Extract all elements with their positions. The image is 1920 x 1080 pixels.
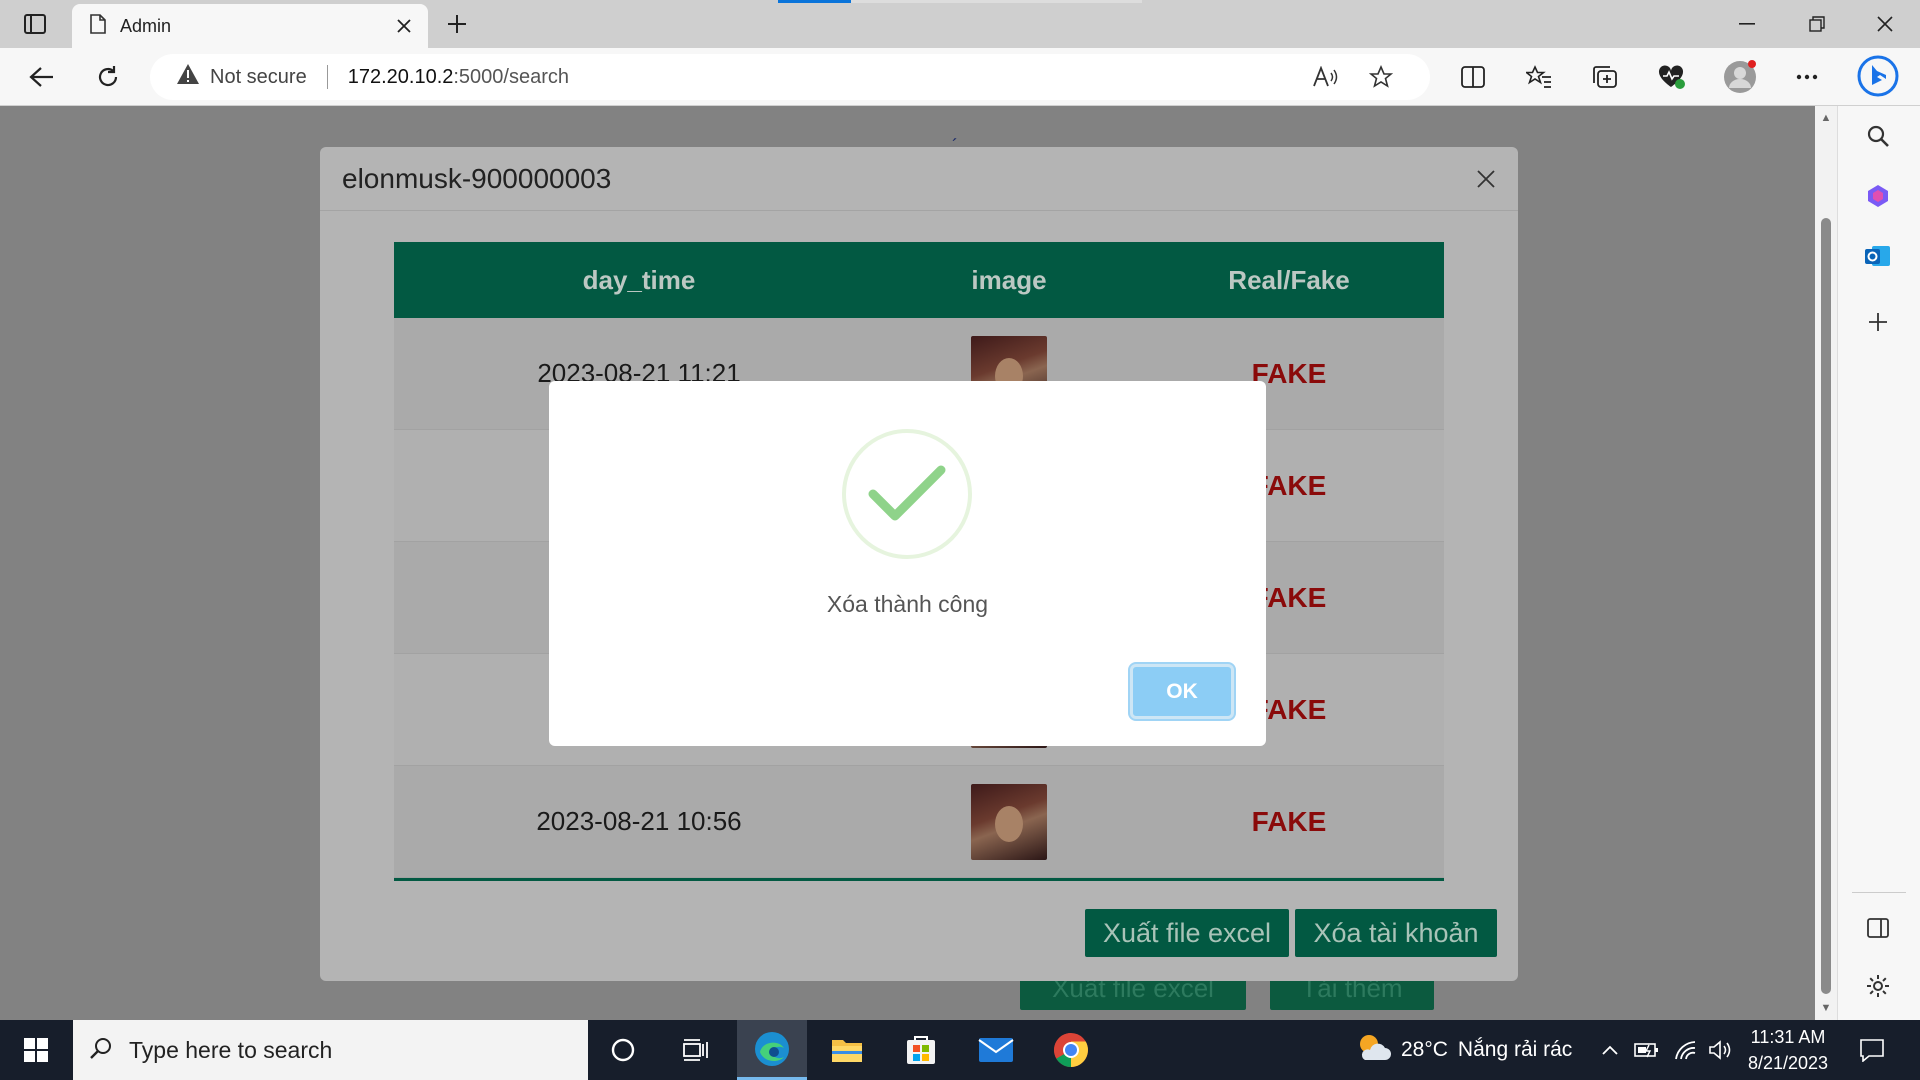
divider — [326, 65, 328, 89]
search-icon[interactable] — [1858, 116, 1898, 156]
taskbar-search-placeholder: Type here to search — [129, 1036, 333, 1063]
address-bar[interactable]: Not secure 172.20.10.2 :5000/search — [150, 54, 1430, 100]
add-icon[interactable] — [1858, 302, 1898, 342]
restore-icon[interactable] — [1782, 0, 1852, 48]
cortana-icon[interactable] — [588, 1020, 658, 1080]
refresh-icon[interactable] — [88, 60, 128, 94]
microsoft-store-icon[interactable] — [886, 1020, 956, 1080]
volume-icon[interactable] — [1704, 1020, 1738, 1080]
new-tab-icon[interactable] — [440, 10, 474, 38]
tab-actions-icon[interactable] — [18, 12, 52, 36]
file-explorer-icon[interactable] — [812, 1020, 882, 1080]
search-icon — [89, 1036, 113, 1065]
divider — [1852, 892, 1906, 893]
close-tab-icon[interactable] — [392, 14, 416, 38]
clock-time: 11:31 AM — [1750, 1027, 1826, 1047]
tab-title: Admin — [120, 15, 172, 36]
battery-icon[interactable] — [1630, 1020, 1664, 1080]
copilot-icon[interactable] — [1858, 176, 1898, 216]
security-label[interactable]: Not secure — [210, 66, 307, 89]
modal-header: elonmusk-900000003 — [320, 147, 1518, 211]
partly-sunny-icon — [1355, 1032, 1391, 1069]
edge-taskbar-icon[interactable] — [737, 1020, 807, 1080]
page-icon — [90, 13, 106, 39]
success-alert-dialog: Xóa thành công OK — [549, 381, 1266, 746]
edge-sidebar — [1837, 106, 1920, 1020]
settings-gear-icon[interactable] — [1858, 966, 1898, 1006]
taskbar-search-input[interactable]: Type here to search — [73, 1020, 588, 1080]
close-window-icon[interactable] — [1850, 0, 1920, 48]
taskbar-clock[interactable]: 11:31 AM 8/21/2023 — [1740, 1024, 1836, 1076]
address-toolbar: Not secure 172.20.10.2 :5000/search — [0, 48, 1920, 106]
favorites-icon[interactable] — [1519, 60, 1559, 94]
more-options-icon[interactable] — [1787, 60, 1827, 94]
favorite-star-icon[interactable] — [1364, 62, 1398, 92]
table-header: day_time image Real/Fake — [394, 242, 1444, 318]
read-aloud-icon[interactable] — [1308, 62, 1342, 92]
weather-temperature: 28°C — [1401, 1038, 1448, 1061]
hide-sidebar-icon[interactable] — [1858, 908, 1898, 948]
tab-strip: Admin — [0, 0, 1920, 48]
loading-indicator — [778, 0, 1142, 3]
column-header-day-time: day_time — [582, 264, 696, 295]
task-view-icon[interactable] — [660, 1020, 730, 1080]
wifi-icon[interactable] — [1668, 1020, 1702, 1080]
weather-condition: Nắng rải rác — [1457, 1038, 1573, 1061]
delete-account-button[interactable]: Xóa tài khoản — [1295, 909, 1497, 957]
tab-admin[interactable]: Admin — [72, 4, 428, 48]
profile-avatar[interactable] — [1720, 60, 1760, 94]
minimize-icon[interactable] — [1712, 0, 1782, 48]
table-row: 2023-08-21 10:56 FAKE — [394, 766, 1444, 878]
face-thumbnail[interactable] — [971, 783, 1047, 860]
column-header-real-fake: Real/Fake — [1228, 264, 1350, 295]
chrome-icon[interactable] — [1036, 1020, 1106, 1080]
show-hidden-icons-chevron-icon[interactable] — [1596, 1020, 1624, 1080]
export-excel-button[interactable]: Xuất file excel — [1085, 909, 1289, 957]
modal-title: elonmusk-900000003 — [342, 162, 612, 194]
browser-essentials-icon[interactable] — [1651, 60, 1691, 94]
windows-taskbar: Type here to search 28°C Nắng rải rác 11… — [0, 1020, 1920, 1080]
alert-message: Xóa thành công — [826, 591, 989, 617]
mail-icon[interactable] — [961, 1020, 1031, 1080]
bing-copilot-icon[interactable] — [1856, 54, 1900, 98]
scroll-thumb[interactable] — [1821, 218, 1831, 994]
success-check-icon — [842, 429, 972, 559]
collections-icon[interactable] — [1585, 60, 1625, 94]
column-header-image: image — [971, 264, 1047, 295]
ok-button[interactable]: OK — [1130, 664, 1234, 719]
cell-result: FAKE — [1251, 805, 1327, 837]
url-path[interactable]: :5000/search — [453, 66, 569, 89]
close-modal-icon[interactable] — [1454, 147, 1518, 211]
scroll-down-icon[interactable]: ▼ — [1820, 1002, 1832, 1014]
notifications-icon[interactable] — [1850, 1020, 1894, 1080]
table-bottom-border — [394, 878, 1444, 881]
url-host[interactable]: 172.20.10.2 — [348, 66, 454, 89]
warning-icon[interactable] — [176, 63, 200, 91]
outlook-icon[interactable] — [1858, 236, 1898, 276]
clock-date: 8/21/2023 — [1747, 1053, 1829, 1073]
windows-start-icon[interactable] — [10, 1020, 62, 1080]
weather-widget[interactable]: 28°C Nắng rải rác — [1355, 1020, 1572, 1080]
page-viewport: ´ Xuất file excel Tải thêm elonmusk-9000… — [0, 106, 1815, 1020]
scroll-up-icon[interactable]: ▲ — [1820, 112, 1832, 124]
vertical-scrollbar[interactable]: ▲ ▼ — [1815, 106, 1837, 1020]
split-screen-icon[interactable] — [1453, 60, 1493, 94]
cell-day-time: 2023-08-21 10:56 — [536, 806, 742, 836]
back-icon[interactable] — [22, 60, 62, 94]
